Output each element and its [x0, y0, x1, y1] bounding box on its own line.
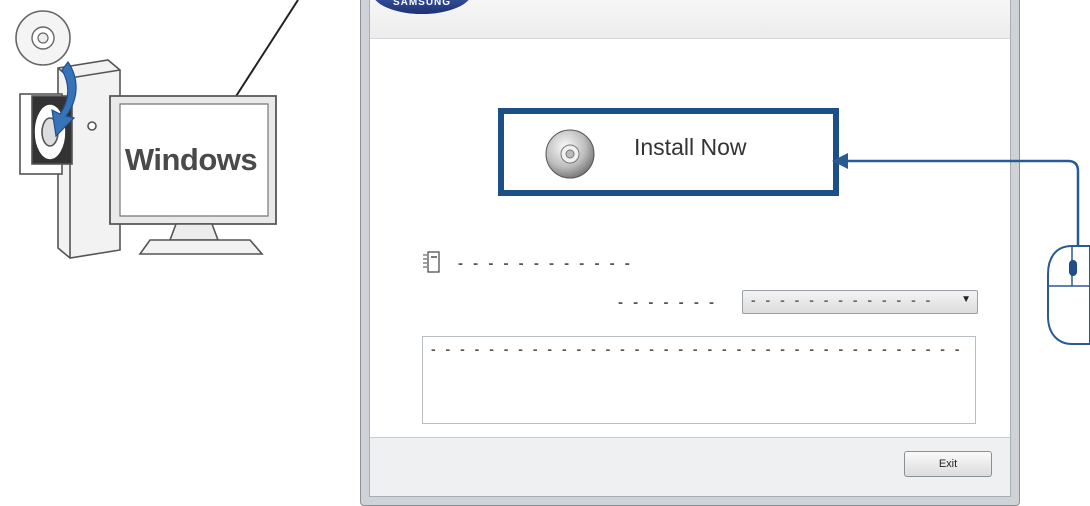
mouse-icon [1047, 245, 1090, 345]
samsung-logo: SAMSUNG [372, 0, 472, 14]
option-label: - - - - - - - - - - - - [458, 255, 633, 272]
select-value: - - - - - - - - - - - - - [751, 292, 934, 308]
installer-footer: Exit [370, 437, 1010, 496]
cd-icon [545, 129, 595, 179]
description-box: - - - - - - - - - - - - - - - - - - - - … [422, 336, 976, 424]
exit-button[interactable]: Exit [904, 451, 992, 477]
cd-disc-icon [15, 10, 71, 66]
installer-header: SAMSUNG [370, 0, 1010, 39]
options-list-icon [423, 251, 440, 273]
description-text: - - - - - - - - - - - - - - - - - - - - … [431, 341, 963, 357]
mouse-wheel-icon [1069, 260, 1077, 276]
monitor-label: Windows [124, 142, 258, 177]
install-now-button[interactable]: Install Now [634, 134, 746, 161]
language-select[interactable]: - - - - - - - - - - - - - ▼ [742, 290, 978, 314]
select-label: - - - - - - - [618, 294, 717, 311]
install-now-highlight[interactable]: Install Now [498, 108, 839, 196]
arrow-head-icon [832, 153, 848, 169]
chevron-down-icon[interactable]: ▼ [961, 294, 971, 305]
